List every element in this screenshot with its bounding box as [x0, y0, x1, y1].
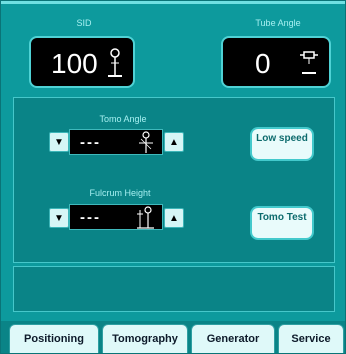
tube-icon	[300, 51, 318, 74]
arrow-up-icon: ▲	[169, 212, 179, 224]
sid-display: 100	[29, 36, 135, 88]
status-panel	[13, 266, 335, 312]
tab-generator[interactable]: Generator	[191, 324, 275, 353]
tomo-angle-display: ---	[69, 129, 163, 155]
arrow-down-icon: ▼	[54, 136, 64, 148]
sid-label: SID	[76, 18, 92, 28]
sid-value: 100	[51, 48, 98, 79]
fulcrum-height-value: ---	[80, 209, 101, 226]
arrow-down-icon: ▼	[54, 212, 64, 224]
tab-bar: Positioning Tomography Generator Service	[1, 321, 345, 353]
tube-angle-label: Tube Angle	[255, 18, 301, 28]
low-speed-button[interactable]: Low speed	[250, 127, 314, 161]
tomo-angle-label: Tomo Angle	[99, 114, 147, 124]
angle-icon	[139, 131, 153, 153]
tab-service[interactable]: Service	[278, 324, 344, 353]
sid-icon	[108, 48, 122, 77]
tab-tomography[interactable]: Tomography	[102, 324, 188, 353]
fulcrum-icon	[137, 206, 154, 229]
arrow-up-icon: ▲	[169, 136, 179, 148]
tube-angle-display: 0	[221, 36, 331, 88]
tomo-angle-value: ---	[80, 134, 101, 151]
fulcrum-height-display: ---	[69, 204, 163, 230]
tomo-angle-up-button[interactable]: ▲	[164, 132, 184, 152]
fulcrum-height-label: Fulcrum Height	[89, 188, 151, 198]
fulcrum-height-up-button[interactable]: ▲	[164, 208, 184, 228]
top-border	[1, 1, 345, 4]
tab-positioning[interactable]: Positioning	[9, 324, 99, 353]
tomo-angle-down-button[interactable]: ▼	[49, 132, 69, 152]
control-screen: SID 100 Tube Angle 0 Tomo Angle ▼ --- ▲ …	[0, 0, 346, 354]
fulcrum-height-down-button[interactable]: ▼	[49, 208, 69, 228]
tube-angle-value: 0	[255, 48, 271, 79]
tomo-test-button[interactable]: Tomo Test	[250, 206, 314, 240]
